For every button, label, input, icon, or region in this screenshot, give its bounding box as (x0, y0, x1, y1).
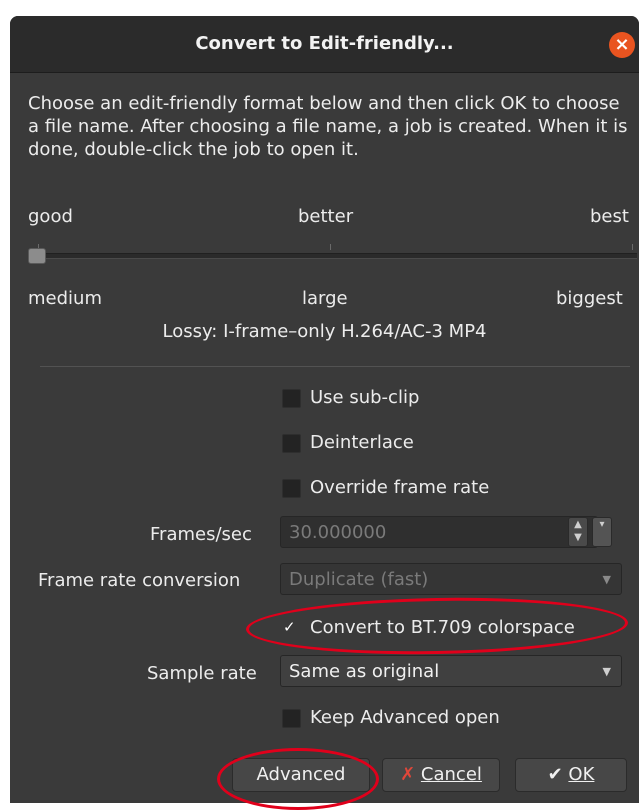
frame-rate-conversion-select[interactable]: Duplicate (fast) ▼ (280, 563, 622, 595)
deinterlace-label[interactable]: Deinterlace (310, 432, 414, 453)
slider-label-best: best (590, 206, 629, 227)
separator (40, 366, 630, 367)
convert-bt709-checkbox[interactable]: ✓ (283, 619, 296, 636)
slider-label-good: good (28, 206, 73, 227)
cancel-button[interactable]: ✗ Cancel (382, 758, 500, 792)
convert-bt709-label[interactable]: Convert to BT.709 colorspace (310, 617, 575, 638)
title-bar: Convert to Edit-friendly... × (10, 16, 639, 73)
use-subclip-checkbox[interactable] (282, 389, 301, 408)
quality-slider-track[interactable] (32, 253, 637, 259)
frames-per-sec-input[interactable]: 30.000000 (280, 516, 598, 548)
slider-label-large: large (302, 288, 348, 309)
override-frame-rate-label[interactable]: Override frame rate (310, 477, 489, 498)
sample-rate-select[interactable]: Same as original ▼ (280, 655, 622, 687)
cancel-icon: ✗ (400, 764, 416, 785)
slider-label-medium: medium (28, 288, 102, 309)
slider-tick (330, 244, 331, 250)
close-button[interactable]: × (609, 32, 635, 58)
instructions-text: Choose an edit-friendly format below and… (28, 93, 628, 160)
frames-per-sec-dropdown[interactable]: ▾ (592, 517, 612, 547)
close-icon: × (614, 34, 630, 55)
slider-tick (632, 244, 633, 250)
use-subclip-label[interactable]: Use sub-clip (310, 387, 419, 408)
frame-rate-conversion-label: Frame rate conversion (38, 570, 241, 591)
override-frame-rate-checkbox[interactable] (282, 479, 301, 498)
chevron-down-icon: ▼ (602, 573, 611, 586)
frames-per-sec-label: Frames/sec (150, 524, 252, 545)
chevron-down-icon: ▼ (602, 665, 611, 678)
keep-advanced-open-label[interactable]: Keep Advanced open (310, 707, 500, 728)
keep-advanced-open-checkbox[interactable] (282, 709, 301, 728)
frames-per-sec-stepper[interactable]: ▲ ▼ (568, 517, 588, 547)
check-icon: ✔ (547, 764, 563, 785)
sample-rate-label: Sample rate (147, 663, 257, 684)
slider-label-better: better (298, 206, 354, 227)
slider-label-biggest: biggest (556, 288, 623, 309)
advanced-button[interactable]: Advanced (232, 758, 370, 792)
deinterlace-checkbox[interactable] (282, 434, 301, 453)
dialog-title: Convert to Edit-friendly... (195, 33, 454, 54)
quality-slider-handle[interactable] (28, 248, 46, 264)
convert-dialog: Convert to Edit-friendly... × Choose an … (10, 16, 639, 803)
format-description: Lossy: I-frame–only H.264/AC-3 MP4 (162, 321, 487, 342)
ok-button[interactable]: ✔ OK (515, 758, 627, 792)
